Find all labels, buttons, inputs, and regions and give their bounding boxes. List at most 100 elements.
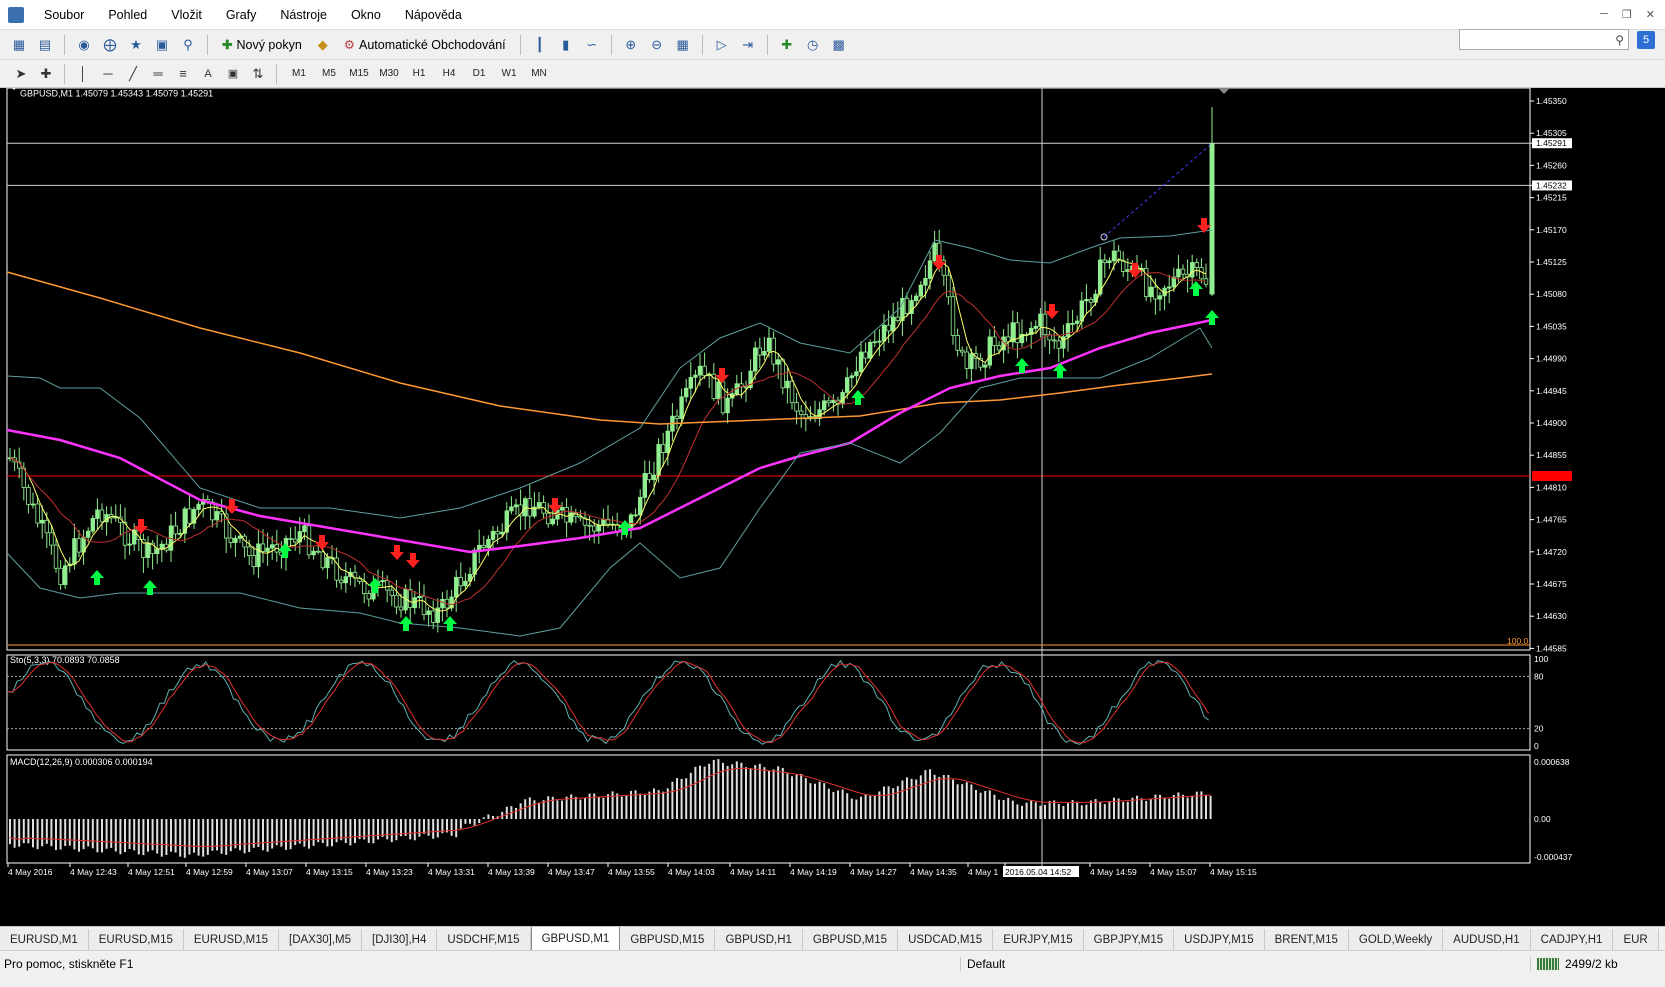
profiles-icon[interactable]: ▤: [34, 34, 56, 56]
candle-body: [1042, 313, 1048, 336]
macd-bar: [326, 819, 329, 847]
bar-chart-icon[interactable]: ┃: [529, 34, 551, 56]
zoom-out-icon[interactable]: ⊖: [646, 34, 668, 56]
chart-tab[interactable]: BRENT,M15: [1264, 929, 1349, 950]
candle-body: [863, 351, 868, 359]
chart-tab[interactable]: GBPUSD,H1: [715, 929, 803, 950]
chart-tab[interactable]: EURUSD,M1: [0, 929, 89, 950]
channel-icon[interactable]: ═: [147, 63, 169, 85]
metaeditor-icon[interactable]: ◆: [312, 34, 334, 56]
line-chart-icon[interactable]: ∽: [581, 34, 603, 56]
indicators-icon[interactable]: ✚: [776, 34, 798, 56]
chart-window[interactable]: 1.45350 1.45305 1.45291 1.45260 1.45232 1.452…: [0, 88, 1665, 926]
chart-tab[interactable]: EUR: [1613, 929, 1659, 950]
timeframe-m1[interactable]: M1: [284, 64, 314, 84]
macd-bar: [45, 819, 48, 844]
candle-body: [361, 581, 367, 594]
fibonacci-icon[interactable]: ≡: [172, 63, 194, 85]
macd-bar: [390, 819, 393, 843]
search-input[interactable]: [1460, 30, 1616, 49]
chart-tab[interactable]: GBPUSD,M15: [620, 929, 716, 950]
text-label-icon[interactable]: ▣: [222, 63, 244, 85]
shift-marker-icon: [1218, 88, 1230, 94]
chat-icon[interactable]: 5: [1637, 31, 1655, 49]
market-watch-icon[interactable]: ◉: [73, 34, 95, 56]
chart-tab[interactable]: EURJPY,M15: [993, 929, 1084, 950]
candle-body: [527, 498, 532, 517]
menu-okno[interactable]: Okno: [339, 0, 393, 30]
menu-napoveda[interactable]: Nápověda: [393, 0, 474, 30]
horizontal-line-icon[interactable]: ─: [97, 63, 119, 85]
periods-icon[interactable]: ◷: [802, 34, 824, 56]
autoscroll-icon[interactable]: ▷: [711, 34, 733, 56]
macd-bar: [340, 819, 343, 841]
timeframe-m15[interactable]: M15: [344, 64, 374, 84]
auto-trading-label: Automatické Obchodování: [359, 37, 506, 52]
chart-tab[interactable]: AUDUSD,H1: [1443, 929, 1531, 950]
menu-grafy[interactable]: Grafy: [214, 0, 269, 30]
candle-body: [1065, 323, 1071, 338]
menu-pohled[interactable]: Pohled: [96, 0, 159, 30]
new-order-button[interactable]: ✚ Nový pokyn: [216, 34, 308, 56]
chart-tab[interactable]: GBPUSD,M15: [802, 929, 899, 950]
chart-tab[interactable]: CADJPY,H1: [1530, 929, 1614, 950]
chart-shift-icon[interactable]: ⇥: [737, 34, 759, 56]
navigator-icon[interactable]: ★: [125, 34, 147, 56]
timeframe-h1[interactable]: H1: [404, 64, 434, 84]
restore-icon[interactable]: ❐: [1622, 8, 1632, 21]
tester-icon[interactable]: ⚲: [177, 34, 199, 56]
chart-tab[interactable]: EURUSD,M15: [88, 929, 184, 950]
chart-tab[interactable]: [DJI30],H4: [362, 929, 438, 950]
timeframe-mn[interactable]: MN: [524, 64, 554, 84]
data-window-icon[interactable]: ⨁: [99, 34, 121, 56]
auto-trading-button[interactable]: ⚙ Automatické Obchodování: [338, 34, 512, 56]
chart-tab[interactable]: [DAX30],M5: [279, 929, 363, 950]
vertical-line-icon[interactable]: │: [72, 63, 94, 85]
time-label: 4 May 14:27: [850, 867, 897, 877]
arrows-icon[interactable]: ⇅: [247, 63, 269, 85]
terminal-icon[interactable]: ▣: [151, 34, 173, 56]
macd-bar: [680, 778, 683, 819]
candle-body: [1157, 295, 1163, 300]
timeframe-w1[interactable]: W1: [494, 64, 524, 84]
candle-body: [26, 487, 31, 505]
candle-body: [154, 548, 160, 555]
macd-bar: [174, 819, 177, 853]
search-box[interactable]: ⚲: [1459, 29, 1629, 50]
candle-body: [1070, 323, 1075, 325]
chart-tab[interactable]: EURUSD,M15: [183, 929, 280, 950]
chart-tab[interactable]: GOLD,Weekly: [1348, 929, 1444, 950]
chart-tab[interactable]: USDCAD,M15: [898, 929, 994, 950]
tile-windows-icon[interactable]: ▦: [672, 34, 694, 56]
close-icon[interactable]: ✕: [1646, 8, 1655, 21]
text-icon[interactable]: A: [197, 63, 219, 85]
candle-body: [858, 351, 864, 373]
crosshair-icon[interactable]: ✚: [35, 63, 57, 85]
macd-bar: [602, 797, 605, 819]
chart-tab[interactable]: GBPUSD,M1: [530, 927, 621, 950]
new-chart-icon[interactable]: ▦: [8, 34, 30, 56]
chart-tab[interactable]: GBPJPY,M15: [1083, 929, 1175, 950]
menu-vlozit[interactable]: Vložit: [159, 0, 214, 30]
menu-soubor[interactable]: Soubor: [32, 0, 96, 30]
templates-icon[interactable]: ▩: [828, 34, 850, 56]
price-label: 1.45215: [1536, 193, 1567, 203]
cursor-icon[interactable]: ➤: [10, 63, 32, 85]
candle-body: [845, 377, 850, 393]
timeframe-d1[interactable]: D1: [464, 64, 494, 84]
chart-tab[interactable]: USDCHF,M15: [437, 929, 531, 950]
menu-nastroje[interactable]: Nástroje: [268, 0, 339, 30]
search-icon[interactable]: ⚲: [1615, 33, 1624, 47]
macd-bar: [354, 819, 356, 844]
zoom-in-icon[interactable]: ⊕: [620, 34, 642, 56]
trendline-icon[interactable]: ╱: [122, 63, 144, 85]
candlestick-icon[interactable]: ▮: [555, 34, 577, 56]
chart-canvas[interactable]: 1.45350 1.453051.45291 1.45260 1.45232 1.452…: [0, 88, 1665, 926]
macd-bar: [197, 819, 200, 856]
chart-tab[interactable]: USDJPY,M15: [1174, 929, 1265, 950]
timeframe-m5[interactable]: M5: [314, 64, 344, 84]
macd-bar: [837, 790, 839, 819]
minimize-icon[interactable]: ─: [1600, 8, 1608, 21]
timeframe-h4[interactable]: H4: [434, 64, 464, 84]
timeframe-m30[interactable]: M30: [374, 64, 404, 84]
